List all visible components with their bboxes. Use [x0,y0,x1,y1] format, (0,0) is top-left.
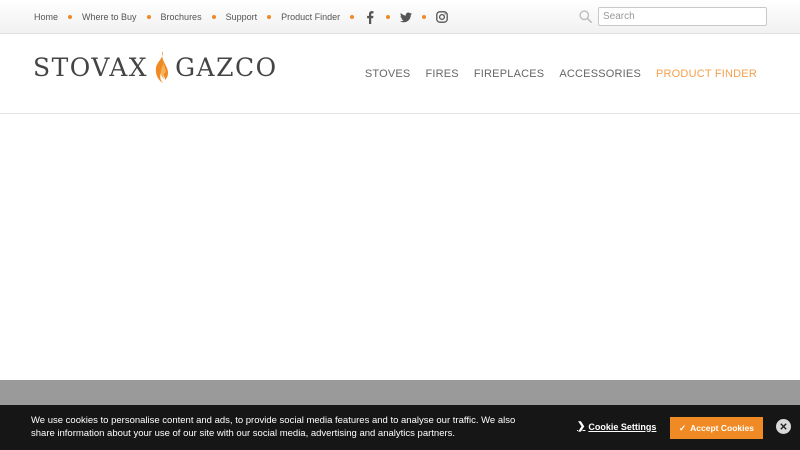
top-link-where-to-buy[interactable]: Where to Buy [82,12,137,22]
accept-cookies-label: Accept Cookies [690,423,754,433]
top-link-support[interactable]: Support [226,12,258,22]
flame-icon [153,50,171,84]
main-navigation: STOVES FIRES FIREPLACES ACCESSORIES PROD… [350,68,757,80]
check-icon: ✓ [679,422,687,433]
nav-fireplaces[interactable]: FIREPLACES [474,68,544,80]
cookie-banner: We use cookies to personalise content an… [0,405,800,450]
close-icon[interactable] [776,419,791,434]
twitter-icon[interactable] [400,10,413,24]
top-link-brochures[interactable]: Brochures [161,12,202,22]
nav-product-finder[interactable]: PRODUCT FINDER [656,68,757,80]
nav-stoves[interactable]: STOVES [365,68,411,80]
separator-dot [422,15,427,19]
separator-dot [267,15,272,19]
search-input[interactable] [598,7,767,26]
search-icon[interactable] [578,10,592,24]
top-utility-bar: Home Where to Buy Brochures Support Prod… [0,0,800,34]
search-area [578,7,767,26]
separator-dot [386,15,391,19]
cookie-settings-label: Cookie Settings [588,421,657,432]
top-link-home[interactable]: Home [34,12,58,22]
separator-dot [68,15,73,19]
instagram-icon[interactable] [436,10,448,24]
social-links [364,10,448,24]
chevron-right-icon: ❯ [577,421,586,432]
separator-dot [146,15,151,19]
nav-fires[interactable]: FIRES [425,68,458,80]
top-link-product-finder[interactable]: Product Finder [281,12,340,22]
cookie-message: We use cookies to personalise content an… [31,415,516,439]
separator-dot [211,15,216,19]
logo-text-stovax: STOVAX [33,52,149,82]
utility-links: Home Where to Buy Brochures Support Prod… [34,0,448,34]
accept-cookies-button[interactable]: ✓ Accept Cookies [670,417,763,439]
site-header: STOVAX GAZCO STOVES FIRES FIREPLACES ACC… [0,35,800,114]
site-logo[interactable]: STOVAX GAZCO [33,47,278,87]
footer-band [0,380,800,405]
cookie-settings-link[interactable]: ❯ Cookie Settings [577,421,656,432]
nav-accessories[interactable]: ACCESSORIES [559,68,641,80]
separator-dot [350,15,355,19]
logo-text-gazco: GAZCO [175,52,278,82]
facebook-icon[interactable] [364,10,376,24]
